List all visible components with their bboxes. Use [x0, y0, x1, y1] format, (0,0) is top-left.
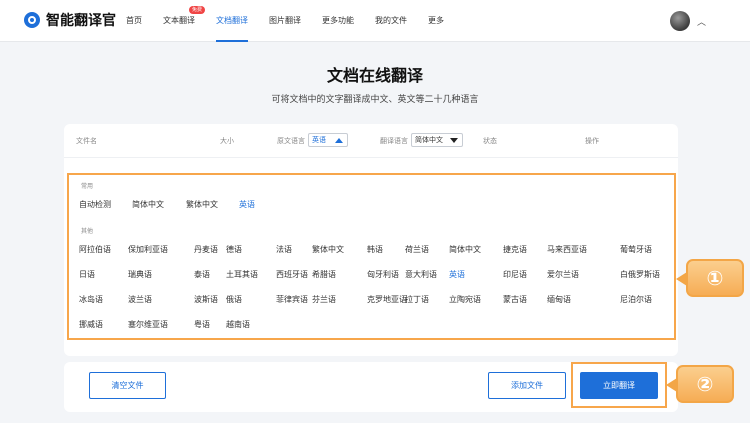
- lang-option[interactable]: 简体中文: [449, 244, 481, 255]
- lang-option[interactable]: 缅甸语: [547, 294, 571, 305]
- lang-option[interactable]: 波兰语: [128, 294, 152, 305]
- main-nav: 首页 文本翻译 免费 文档翻译 图片翻译 更多功能 我的文件 更多: [126, 0, 465, 42]
- page-subtitle: 可将文档中的文字翻译成中文、英文等二十几种语言: [271, 95, 479, 105]
- lang-option[interactable]: 阿拉伯语: [79, 244, 111, 255]
- lang-option[interactable]: 德语: [226, 244, 242, 255]
- lang-option[interactable]: 芬兰语: [312, 294, 336, 305]
- lang-option[interactable]: 葡萄牙语: [620, 244, 652, 255]
- caret-up-icon: [335, 138, 343, 143]
- header-size: 大小: [220, 137, 234, 145]
- add-file-button[interactable]: 添加文件: [488, 372, 566, 399]
- nav-text-translate[interactable]: 文本翻译 免费: [163, 0, 205, 42]
- header-source-lang: 原文语言: [277, 137, 305, 145]
- lang-option[interactable]: 挪威语: [79, 319, 103, 330]
- caret-down-icon: [450, 138, 458, 143]
- nav-image-translate[interactable]: 图片翻译: [269, 0, 301, 42]
- header-status: 状态: [483, 137, 497, 145]
- lang-option[interactable]: 泰语: [194, 269, 210, 280]
- lang-option[interactable]: 瑞典语: [128, 269, 152, 280]
- lang-option[interactable]: 法语: [276, 244, 292, 255]
- lang-option[interactable]: 保加利亚语: [128, 244, 168, 255]
- lang-option[interactable]: 俄语: [226, 294, 242, 305]
- avatar[interactable]: [670, 11, 690, 31]
- lang-option[interactable]: 克罗地亚语: [367, 294, 407, 305]
- lang-option[interactable]: 意大利语: [405, 269, 437, 280]
- other-section-label: 其他: [81, 228, 94, 235]
- target-lang-value: 简体中文: [415, 136, 443, 144]
- target-lang-select[interactable]: 简体中文: [411, 133, 463, 147]
- logo-icon: [24, 12, 40, 28]
- language-dropdown-panel: 常用 自动检测 简体中文 繁体中文 英语 其他 阿拉伯语 保加利亚语 丹麦语 德语 法语…: [67, 173, 676, 340]
- callout-2: ②: [666, 365, 734, 403]
- lang-option[interactable]: 波斯语: [194, 294, 218, 305]
- header-file-name: 文件名: [76, 137, 97, 145]
- lang-option[interactable]: 立陶宛语: [449, 294, 481, 305]
- page-title: 文档在线翻译: [326, 66, 423, 85]
- lang-option-selected[interactable]: 英语: [449, 269, 465, 280]
- source-lang-select[interactable]: 英语: [308, 133, 348, 147]
- chevron-up-icon[interactable]: ︿: [697, 15, 706, 28]
- lang-option[interactable]: 越南语: [226, 319, 250, 330]
- lang-option[interactable]: 日语: [79, 269, 95, 280]
- lang-option[interactable]: 白俄罗斯语: [620, 269, 660, 280]
- lang-option[interactable]: 印尼语: [503, 269, 527, 280]
- header-action: 操作: [585, 137, 599, 145]
- lang-option[interactable]: 繁体中文: [312, 244, 344, 255]
- callout-1: ①: [676, 259, 744, 297]
- nav-home[interactable]: 首页: [126, 0, 142, 42]
- lang-option[interactable]: 马来西亚语: [547, 244, 587, 255]
- common-section-label: 常用: [81, 183, 94, 190]
- lang-option[interactable]: 简体中文: [132, 199, 164, 210]
- lang-option[interactable]: 尼泊尔语: [620, 294, 652, 305]
- lang-option[interactable]: 蒙古语: [503, 294, 527, 305]
- translate-now-button[interactable]: 立即翻译: [580, 372, 658, 399]
- lang-option[interactable]: 土耳其语: [226, 269, 258, 280]
- logo[interactable]: 智能翻译官: [24, 10, 116, 30]
- nav-document-translate[interactable]: 文档翻译: [216, 0, 248, 42]
- nav-more-features[interactable]: 更多功能: [322, 0, 354, 42]
- top-bar: 智能翻译官 首页 文本翻译 免费 文档翻译 图片翻译 更多功能 我的文件 更多 …: [0, 0, 750, 42]
- lang-option[interactable]: 希腊语: [312, 269, 336, 280]
- lang-option[interactable]: 荷兰语: [405, 244, 429, 255]
- lang-option[interactable]: 捷克语: [503, 244, 527, 255]
- header-divider: [64, 157, 678, 158]
- lang-option[interactable]: 繁体中文: [186, 199, 218, 210]
- header-target-lang: 翻译语言: [380, 137, 408, 145]
- lang-option[interactable]: 韩语: [367, 244, 383, 255]
- lang-option-selected[interactable]: 英语: [239, 199, 255, 210]
- free-badge: 免费: [188, 6, 205, 14]
- clear-files-button[interactable]: 清空文件: [89, 372, 166, 399]
- nav-text-translate-label: 文本翻译: [163, 16, 195, 25]
- app-title: 智能翻译官: [46, 13, 116, 29]
- lang-option[interactable]: 冰岛语: [79, 294, 103, 305]
- lang-option[interactable]: 自动检测: [79, 199, 111, 210]
- lang-option[interactable]: 丹麦语: [194, 244, 218, 255]
- lang-option[interactable]: 塞尔维亚语: [128, 319, 168, 330]
- nav-my-files[interactable]: 我的文件: [375, 0, 407, 42]
- lang-option[interactable]: 粤语: [194, 319, 210, 330]
- lang-option[interactable]: 拉丁语: [405, 294, 429, 305]
- lang-option[interactable]: 菲律宾语: [276, 294, 308, 305]
- source-lang-value: 英语: [312, 136, 326, 144]
- nav-more[interactable]: 更多: [428, 0, 444, 42]
- lang-option[interactable]: 西班牙语: [276, 269, 308, 280]
- lang-option[interactable]: 爱尔兰语: [547, 269, 579, 280]
- lang-option[interactable]: 匈牙利语: [367, 269, 399, 280]
